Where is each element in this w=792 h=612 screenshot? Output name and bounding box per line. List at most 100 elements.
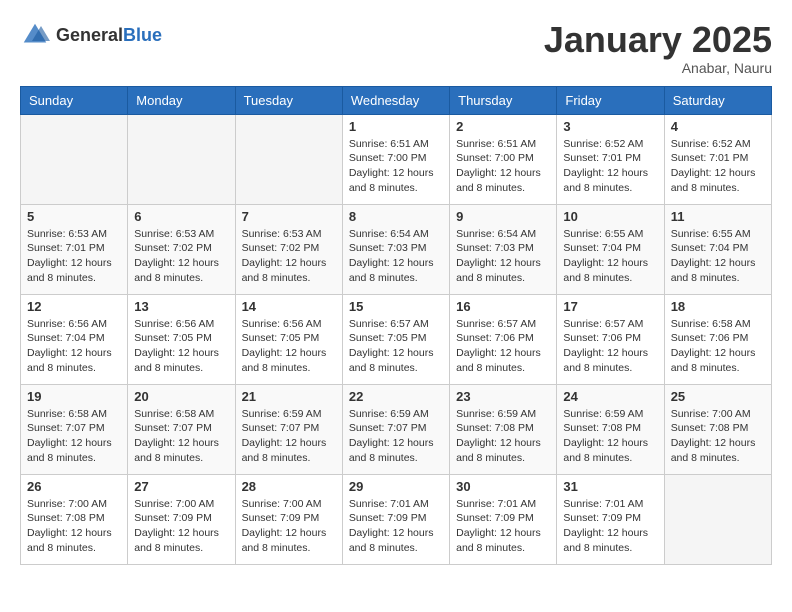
day-info: Sunrise: 6:56 AMSunset: 7:05 PMDaylight:… [242,317,336,376]
day-number: 29 [349,479,443,494]
day-number: 22 [349,389,443,404]
calendar-cell: 15Sunrise: 6:57 AMSunset: 7:05 PMDayligh… [342,294,449,384]
calendar-cell: 11 Sunrise: 6:55 AMSunset: 7:04 PMDayligh… [664,204,771,294]
logo-blue: Blue [123,25,162,45]
day-info: Sunrise: 6:55 AMSunset: 7:04 PMDaylight:… [671,227,765,286]
day-number: 5 [27,209,121,224]
day-number: 1 [349,119,443,134]
week-row-3: 12Sunrise: 6:56 AMSunset: 7:04 PMDayligh… [21,294,772,384]
day-number: 18 [671,299,765,314]
day-number: 15 [349,299,443,314]
title-block: January 2025 Anabar, Nauru [544,20,772,76]
day-info: Sunrise: 7:00 AMSunset: 7:08 PMDaylight:… [27,497,121,556]
day-number: 4 [671,119,765,134]
day-number: 25 [671,389,765,404]
day-info: Sunrise: 7:00 AMSunset: 7:08 PMDaylight:… [671,407,765,466]
calendar-cell: 5 Sunrise: 6:53 AMSunset: 7:01 PMDaylight… [21,204,128,294]
day-number: 2 [456,119,550,134]
calendar-cell: 12Sunrise: 6:56 AMSunset: 7:04 PMDayligh… [21,294,128,384]
day-number: 16 [456,299,550,314]
day-info: Sunrise: 6:57 AMSunset: 7:06 PMDaylight:… [456,317,550,376]
day-info: Sunrise: 7:01 AMSunset: 7:09 PMDaylight:… [456,497,550,556]
day-info: Sunrise: 6:59 AMSunset: 7:07 PMDaylight:… [242,407,336,466]
day-info: Sunrise: 6:54 AMSunset: 7:03 PMDaylight:… [456,227,550,286]
day-info: Sunrise: 6:59 AMSunset: 7:08 PMDaylight:… [563,407,657,466]
calendar-table: SundayMondayTuesdayWednesdayThursdayFrid… [20,86,772,565]
day-info: Sunrise: 6:53 AMSunset: 7:02 PMDaylight:… [242,227,336,286]
day-info: Sunrise: 6:58 AMSunset: 7:07 PMDaylight:… [27,407,121,466]
calendar-cell [664,474,771,564]
calendar-cell [21,114,128,204]
calendar-cell: 31 Sunrise: 7:01 AMSunset: 7:09 PMDayligh… [557,474,664,564]
day-number: 24 [563,389,657,404]
calendar-cell: 17 Sunrise: 6:57 AMSunset: 7:06 PMDayligh… [557,294,664,384]
calendar-cell: 27Sunrise: 7:00 AMSunset: 7:09 PMDayligh… [128,474,235,564]
calendar-cell: 8 Sunrise: 6:54 AMSunset: 7:03 PMDaylight… [342,204,449,294]
calendar-cell: 14 Sunrise: 6:56 AMSunset: 7:05 PMDayligh… [235,294,342,384]
day-info: Sunrise: 7:00 AMSunset: 7:09 PMDaylight:… [242,497,336,556]
day-info: Sunrise: 6:53 AMSunset: 7:02 PMDaylight:… [134,227,228,286]
day-number: 31 [563,479,657,494]
day-info: Sunrise: 6:55 AMSunset: 7:04 PMDaylight:… [563,227,657,286]
logo-text: GeneralBlue [56,25,162,46]
day-info: Sunrise: 6:52 AMSunset: 7:01 PMDaylight:… [671,137,765,196]
day-info: Sunrise: 6:57 AMSunset: 7:06 PMDaylight:… [563,317,657,376]
logo-general: General [56,25,123,45]
header-monday: Monday [128,86,235,114]
day-number: 10 [563,209,657,224]
month-title: January 2025 [544,20,772,60]
calendar-cell: 16 Sunrise: 6:57 AMSunset: 7:06 PMDayligh… [450,294,557,384]
day-number: 17 [563,299,657,314]
calendar-cell: 18 Sunrise: 6:58 AMSunset: 7:06 PMDayligh… [664,294,771,384]
day-number: 20 [134,389,228,404]
day-number: 21 [242,389,336,404]
day-info: Sunrise: 6:53 AMSunset: 7:01 PMDaylight:… [27,227,121,286]
day-number: 28 [242,479,336,494]
header-tuesday: Tuesday [235,86,342,114]
calendar-cell: 29 Sunrise: 7:01 AMSunset: 7:09 PMDayligh… [342,474,449,564]
header-friday: Friday [557,86,664,114]
calendar-cell: 6 Sunrise: 6:53 AMSunset: 7:02 PMDaylight… [128,204,235,294]
day-number: 9 [456,209,550,224]
day-number: 14 [242,299,336,314]
calendar-cell: 20 Sunrise: 6:58 AMSunset: 7:07 PMDayligh… [128,384,235,474]
header-thursday: Thursday [450,86,557,114]
day-number: 3 [563,119,657,134]
location: Anabar, Nauru [544,60,772,76]
day-number: 11 [671,209,765,224]
day-info: Sunrise: 7:01 AMSunset: 7:09 PMDaylight:… [563,497,657,556]
logo: GeneralBlue [20,20,162,50]
day-number: 30 [456,479,550,494]
day-number: 8 [349,209,443,224]
calendar-cell: 30 Sunrise: 7:01 AMSunset: 7:09 PMDayligh… [450,474,557,564]
day-info: Sunrise: 6:58 AMSunset: 7:07 PMDaylight:… [134,407,228,466]
day-number: 12 [27,299,121,314]
day-info: Sunrise: 6:54 AMSunset: 7:03 PMDaylight:… [349,227,443,286]
header-saturday: Saturday [664,86,771,114]
calendar-cell: 26Sunrise: 7:00 AMSunset: 7:08 PMDayligh… [21,474,128,564]
day-info: Sunrise: 6:51 AMSunset: 7:00 PMDaylight:… [456,137,550,196]
header-wednesday: Wednesday [342,86,449,114]
calendar-cell: 2 Sunrise: 6:51 AMSunset: 7:00 PMDaylight… [450,114,557,204]
calendar-cell: 22Sunrise: 6:59 AMSunset: 7:07 PMDayligh… [342,384,449,474]
week-row-2: 5 Sunrise: 6:53 AMSunset: 7:01 PMDaylight… [21,204,772,294]
day-info: Sunrise: 7:01 AMSunset: 7:09 PMDaylight:… [349,497,443,556]
calendar-cell: 24 Sunrise: 6:59 AMSunset: 7:08 PMDayligh… [557,384,664,474]
page-header: GeneralBlue January 2025 Anabar, Nauru [20,20,772,76]
day-info: Sunrise: 6:58 AMSunset: 7:06 PMDaylight:… [671,317,765,376]
day-info: Sunrise: 7:00 AMSunset: 7:09 PMDaylight:… [134,497,228,556]
calendar-cell: 7Sunrise: 6:53 AMSunset: 7:02 PMDaylight… [235,204,342,294]
day-number: 19 [27,389,121,404]
day-number: 13 [134,299,228,314]
calendar-header-row: SundayMondayTuesdayWednesdayThursdayFrid… [21,86,772,114]
week-row-1: 1 Sunrise: 6:51 AMSunset: 7:00 PMDaylight… [21,114,772,204]
calendar-cell: 4 Sunrise: 6:52 AMSunset: 7:01 PMDaylight… [664,114,771,204]
calendar-cell: 19 Sunrise: 6:58 AMSunset: 7:07 PMDayligh… [21,384,128,474]
calendar-cell: 9 Sunrise: 6:54 AMSunset: 7:03 PMDaylight… [450,204,557,294]
calendar-cell: 10 Sunrise: 6:55 AMSunset: 7:04 PMDayligh… [557,204,664,294]
calendar-cell: 21 Sunrise: 6:59 AMSunset: 7:07 PMDayligh… [235,384,342,474]
day-info: Sunrise: 6:51 AMSunset: 7:00 PMDaylight:… [349,137,443,196]
day-number: 6 [134,209,228,224]
day-number: 23 [456,389,550,404]
calendar-cell [128,114,235,204]
